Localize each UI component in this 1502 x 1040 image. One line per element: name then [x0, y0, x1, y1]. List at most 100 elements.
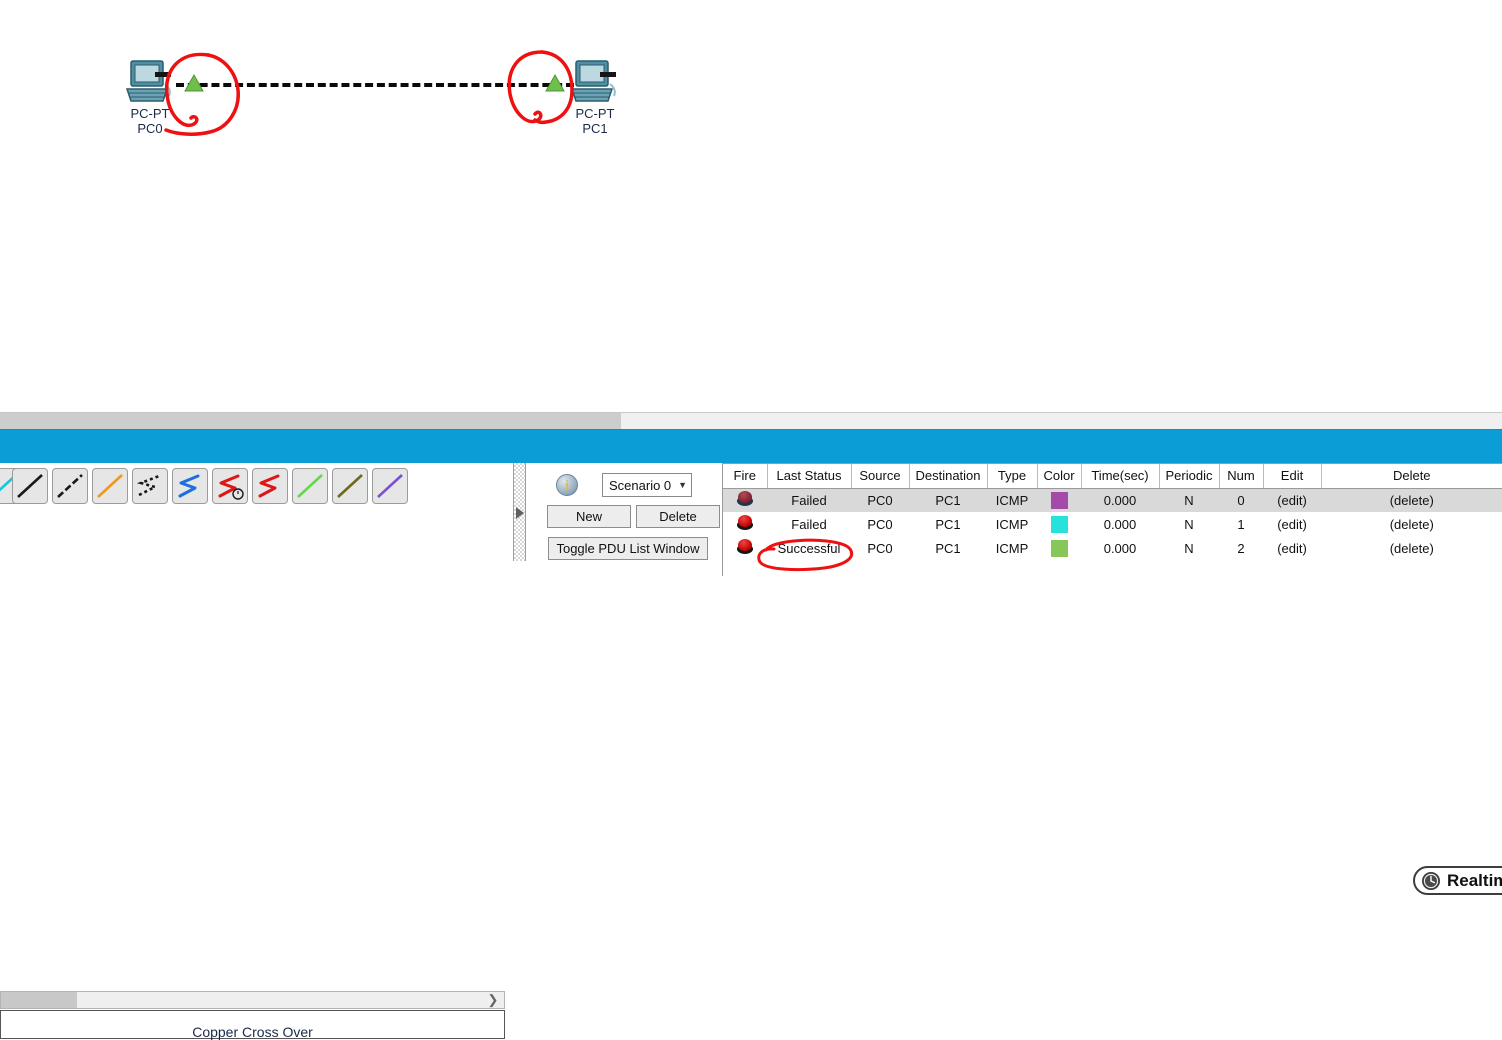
- cell-periodic: N: [1184, 540, 1194, 556]
- cable-copper-straight-through-button[interactable]: [52, 468, 88, 504]
- column-header-source[interactable]: Source: [851, 464, 910, 489]
- cell-last-status: Failed: [791, 516, 827, 532]
- fire-lamp-icon[interactable]: [736, 491, 754, 507]
- cable-serial-dte-icon: [297, 474, 323, 498]
- cell-last-status: Failed: [767, 488, 851, 512]
- device-pc0[interactable]: PC-PT PC0: [105, 58, 195, 136]
- cable-coaxial-button[interactable]: [212, 468, 248, 504]
- cable-serial-dte-button[interactable]: [292, 468, 328, 504]
- edit-link[interactable]: (edit): [1263, 512, 1321, 536]
- cell-color: [1037, 512, 1081, 536]
- selected-cable-name-box: Copper Cross Over: [0, 1010, 505, 1040]
- cell-time: 0.000: [1081, 488, 1159, 512]
- column-header-periodic[interactable]: Periodic: [1159, 464, 1220, 489]
- fire-lamp-icon[interactable]: [736, 539, 754, 554]
- table-header-row: Fire Last Status Source Destination Type…: [723, 464, 1502, 489]
- cell-source: PC0: [867, 516, 893, 532]
- device-name-label: PC1: [582, 121, 608, 136]
- cable-coaxial-icon: [218, 474, 244, 500]
- column-header-destination[interactable]: Destination: [909, 464, 988, 489]
- column-header-color[interactable]: Color: [1037, 464, 1082, 489]
- cell-last-status: Successful: [777, 540, 841, 556]
- chevron-right-icon[interactable]: ❯: [485, 992, 501, 1008]
- column-header-time[interactable]: Time(sec): [1081, 464, 1160, 489]
- pdu-list-table[interactable]: Fire Last Status Source Destination Type…: [722, 463, 1502, 576]
- cell-num: 2: [1237, 540, 1245, 556]
- info-icon[interactable]: i: [556, 474, 578, 496]
- chevron-down-icon: ▼: [678, 480, 687, 490]
- device-pc1[interactable]: PC-PT PC1: [550, 58, 640, 136]
- cable-octal-icon: [337, 474, 363, 498]
- device-type-label: PC-PT: [575, 106, 615, 121]
- column-header-delete[interactable]: Delete: [1321, 464, 1502, 489]
- cell-fire[interactable]: [723, 488, 767, 512]
- tab-realtime[interactable]: Realtime: [1413, 866, 1502, 895]
- color-swatch: [1050, 539, 1068, 557]
- cable-console-button[interactable]: [12, 468, 48, 504]
- cable-ios-icon: [377, 474, 403, 498]
- delete-link[interactable]: (delete): [1321, 536, 1502, 560]
- workspace-horizontal-scrollbar[interactable]: [0, 412, 1502, 430]
- cell-source: PC0: [867, 540, 893, 556]
- cell-time: 0.000: [1103, 540, 1137, 556]
- scrollbar-thumb[interactable]: [0, 413, 621, 430]
- scenario-dropdown[interactable]: Scenario 0 ▼: [602, 473, 692, 497]
- table-row[interactable]: Failed PC0 PC1 ICMP 0.000 N 1 (edit) (de…: [723, 512, 1502, 536]
- expand-right-arrow-icon[interactable]: [516, 507, 524, 519]
- delete-link[interactable]: (delete): [1321, 512, 1502, 536]
- cell-type: ICMP: [995, 540, 1029, 556]
- cell-num: 1: [1237, 516, 1245, 532]
- cable-copper-cross-over-button[interactable]: [92, 468, 128, 504]
- device-type-label: PC-PT: [130, 106, 170, 121]
- device-name-label: PC0: [137, 121, 163, 136]
- cable-copper-straight-through-icon: [57, 474, 83, 498]
- column-header-fire[interactable]: Fire: [723, 464, 768, 489]
- fire-lamp-icon[interactable]: [736, 515, 754, 530]
- network-link[interactable]: [176, 83, 574, 87]
- new-scenario-button[interactable]: New: [547, 505, 631, 528]
- cell-destination: PC1: [909, 488, 987, 512]
- cable-fiber-button[interactable]: [132, 468, 168, 504]
- cable-serial-dce-button[interactable]: [252, 468, 288, 504]
- cell-fire[interactable]: [723, 512, 767, 536]
- column-header-num[interactable]: Num: [1219, 464, 1264, 489]
- toggle-pdu-list-window-button[interactable]: Toggle PDU List Window: [548, 537, 708, 560]
- cable-toolbar-scrollbar[interactable]: ❯: [0, 991, 505, 1009]
- edit-link[interactable]: (edit): [1263, 536, 1321, 560]
- selected-cable-name: Copper Cross Over: [192, 1023, 313, 1040]
- cell-time: 0.000: [1103, 516, 1137, 532]
- cable-serial-dce-icon: [258, 474, 280, 498]
- cell-source: PC0: [851, 488, 909, 512]
- delete-link[interactable]: (delete): [1321, 488, 1502, 512]
- delete-scenario-button[interactable]: Delete: [636, 505, 720, 528]
- edit-link[interactable]: (edit): [1263, 488, 1321, 512]
- cable-type-toolbar[interactable]: [0, 463, 505, 513]
- panel-splitter[interactable]: [509, 463, 528, 576]
- column-header-edit[interactable]: Edit: [1263, 464, 1322, 489]
- table-row[interactable]: Failed PC0 PC1 ICMP 0.000 N 0 (edit) (de…: [723, 488, 1502, 512]
- scenario-panel: i Scenario 0 ▼ New Delete Toggle PDU Lis…: [534, 463, 720, 576]
- clock-icon: [1422, 871, 1440, 890]
- topology-workspace[interactable]: PC-PT PC0 PC-PT PC1: [0, 0, 1502, 412]
- cable-phone-icon: [178, 474, 200, 498]
- cable-ios-button[interactable]: [372, 468, 408, 504]
- cable-phone-button[interactable]: [172, 468, 208, 504]
- pc-icon: [570, 60, 616, 102]
- cell-type: ICMP: [995, 516, 1029, 532]
- column-header-type[interactable]: Type: [987, 464, 1038, 489]
- cell-periodic: N: [1184, 516, 1194, 532]
- cable-octal-button[interactable]: [332, 468, 368, 504]
- cell-color: [1037, 488, 1081, 512]
- cell-fire[interactable]: [723, 536, 767, 560]
- tab-realtime-label: Realtime: [1447, 870, 1502, 890]
- pc-icon: [125, 60, 171, 102]
- cell-destination: PC1: [935, 516, 961, 532]
- color-swatch: [1050, 491, 1068, 509]
- scrollbar-thumb[interactable]: [1, 992, 77, 1008]
- column-header-last-status[interactable]: Last Status: [767, 464, 852, 489]
- info-glyph: i: [565, 477, 569, 492]
- cell-type: ICMP: [987, 488, 1037, 512]
- table-row[interactable]: Successful PC0 PC1 ICMP 0.000 N 2 (edit)…: [723, 536, 1502, 560]
- cable-console-icon: [17, 474, 43, 498]
- cable-fiber-icon: [136, 474, 160, 497]
